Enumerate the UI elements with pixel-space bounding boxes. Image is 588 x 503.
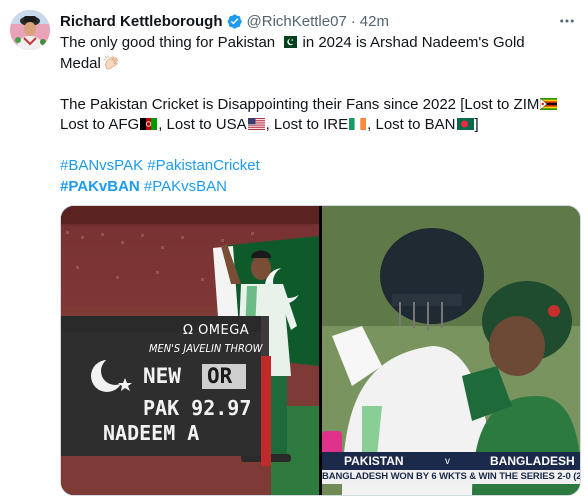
tweet-line-hashtags-2: #PAKvBAN #PAKvsBAN	[60, 177, 570, 198]
clap-icon	[103, 54, 118, 70]
tweet[interactable]: Richard Kettleborough @RichKettle07 · 42…	[0, 0, 588, 503]
zimbabwe-flag-icon	[540, 97, 558, 110]
team-b-name: BANGLADESH	[490, 454, 575, 468]
tweet-line-5: Lost to AFG , Lost to USA , Lost to IRE , L…	[60, 115, 570, 136]
hashtag-link[interactable]: #PAKvsBAN	[140, 178, 227, 195]
media-image-cricket[interactable]: PAKISTAN v BANGLADESH BANGLADESH WON BY …	[322, 206, 581, 495]
tweet-line-hashtags-1: #BANvsPAK #PakistanCricket	[60, 156, 570, 177]
tweet-media: Ω OMEGA MEN'S JAVELIN THROW NEW OR PAK 9…	[60, 205, 581, 496]
tweet-text-segment: Lost to AFG	[60, 116, 140, 133]
tweet-text-segment: , Lost to USA	[158, 116, 247, 133]
tweet-text-segment: , Lost to IRE	[265, 116, 349, 133]
throw-result: PAK 92.97	[143, 396, 252, 420]
team-a-name: PAKISTAN	[344, 454, 404, 468]
more-icon[interactable]	[556, 12, 578, 30]
tweet-text-segment: Medal	[60, 54, 101, 72]
tweet-text-segment: The only good thing for Pakistan	[60, 34, 280, 51]
record-type: OR	[207, 364, 233, 388]
author-handle[interactable]: @RichKettle07	[247, 13, 347, 30]
afghanistan-flag-icon	[140, 118, 158, 130]
pakistan-flag-icon	[280, 36, 298, 48]
tweet-line-4: The Pakistan Cricket is Disappointing th…	[60, 95, 570, 116]
hashtag-link[interactable]: #BANvsPAK #PakistanCricket	[60, 157, 260, 174]
tweet-line-1: The only good thing for Pakistan in 2024…	[60, 33, 570, 54]
tweet-header: Richard Kettleborough @RichKettle07 · 42…	[60, 11, 389, 31]
tweet-text-segment: The Pakistan Cricket is Disappointing th…	[60, 95, 540, 113]
ireland-flag-icon	[349, 118, 367, 130]
tweet-text-segment: ]	[474, 116, 479, 133]
tweet-line-2: Medal	[60, 54, 570, 75]
event-name: MEN'S JAVELIN THROW	[149, 342, 263, 355]
usa-flag-icon	[247, 118, 265, 130]
tweet-text: The only good thing for Pakistan in 2024…	[60, 33, 570, 197]
verified-badge-icon	[226, 13, 243, 30]
bangladesh-flag-icon	[456, 118, 474, 130]
versus-label: v	[445, 456, 450, 467]
record-new: NEW	[143, 364, 181, 388]
header-separator: ·	[350, 12, 356, 30]
tweet-timestamp[interactable]: 42m	[360, 13, 389, 30]
series-result: BANGLADESH WON BY 6 WKTS & WIN THE SERIE…	[322, 471, 581, 482]
tweet-text-segment: , Lost to BAN	[367, 116, 456, 133]
media-image-javelin[interactable]: Ω OMEGA MEN'S JAVELIN THROW NEW OR PAK 9…	[61, 206, 319, 495]
avatar[interactable]	[10, 10, 50, 50]
athlete-name: NADEEM A	[103, 421, 200, 445]
tweet-text-segment: in 2024 is Arshad Nadeem's Gold	[298, 34, 525, 51]
author-name[interactable]: Richard Kettleborough	[60, 13, 223, 30]
omega-brand: Ω OMEGA	[183, 323, 250, 338]
hashtag-link[interactable]: #PAKvBAN	[60, 178, 140, 195]
